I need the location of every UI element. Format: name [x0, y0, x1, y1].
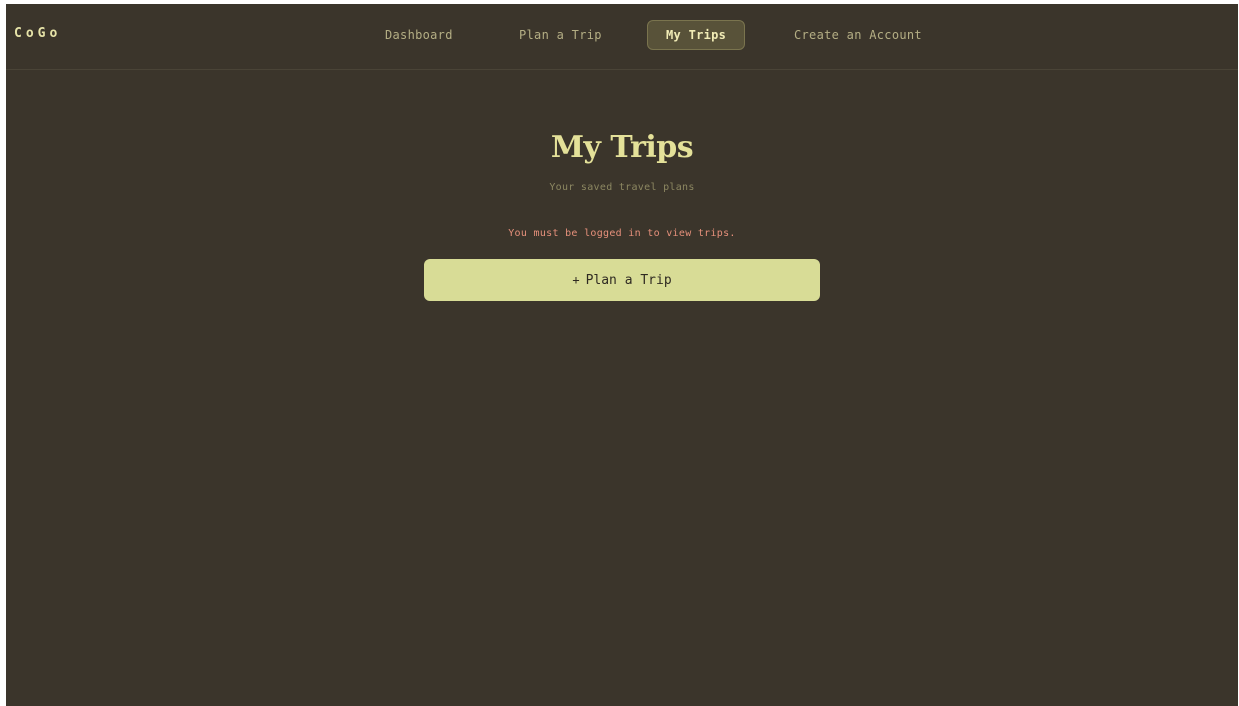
nav-dashboard[interactable]: Dashboard [366, 20, 472, 50]
nav-create-account[interactable]: Create an Account [775, 20, 941, 50]
plus-icon: + [572, 273, 580, 287]
login-required-message: You must be logged in to view trips. [508, 228, 736, 239]
plan-a-trip-button[interactable]: + Plan a Trip [424, 259, 820, 301]
nav-my-trips[interactable]: My Trips [647, 20, 746, 50]
plan-a-trip-button-label: Plan a Trip [585, 272, 672, 288]
nav-plan-a-trip[interactable]: Plan a Trip [500, 20, 621, 50]
top-navbar: CoGo Dashboard Plan a Trip My Trips Crea… [6, 4, 1238, 70]
page-title: My Trips [550, 130, 694, 165]
main-content: My Trips Your saved travel plans You mus… [6, 70, 1238, 706]
page-subtitle: Your saved travel plans [549, 182, 695, 193]
app-window: CoGo Dashboard Plan a Trip My Trips Crea… [6, 4, 1238, 706]
main-nav: Dashboard Plan a Trip My Trips Create an… [6, 4, 1238, 70]
